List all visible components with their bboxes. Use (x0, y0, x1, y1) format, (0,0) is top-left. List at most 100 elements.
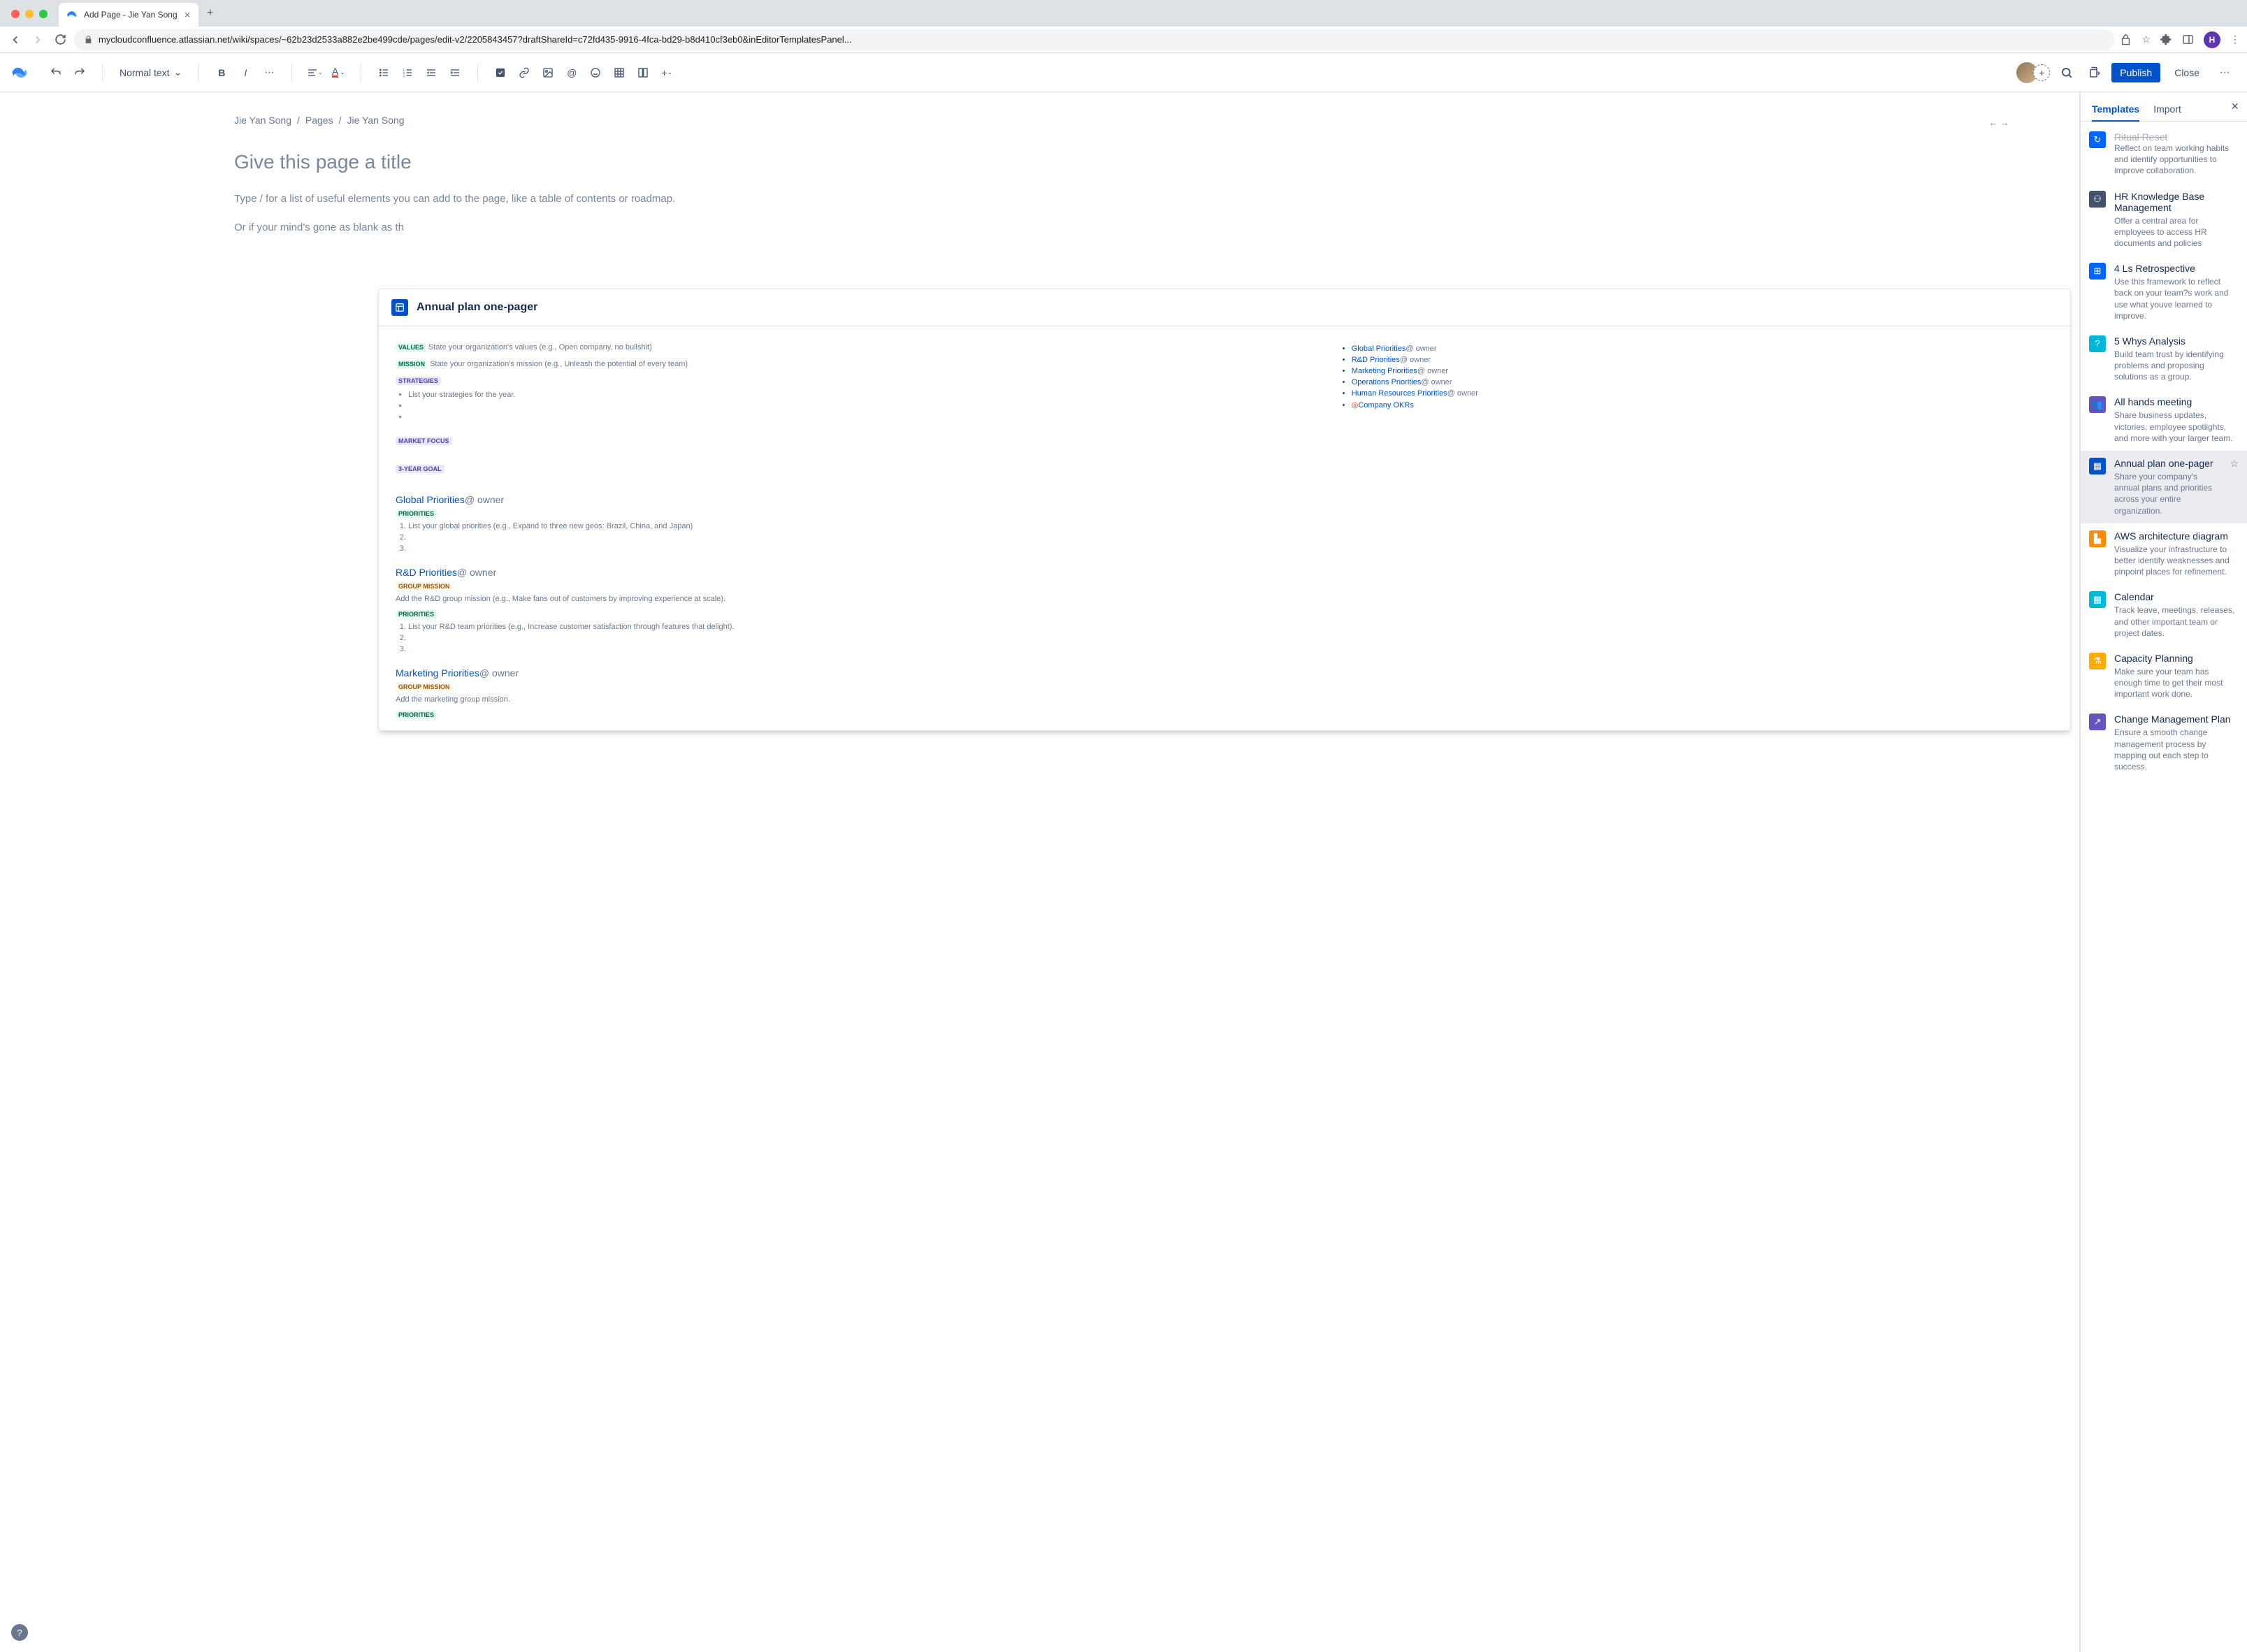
browser-actions: ☆ H ⋮ (2120, 31, 2240, 48)
global-priorities-heading: Global Priorities@ owner (396, 494, 2053, 505)
template-item[interactable]: ?5 Whys AnalysisBuild team trust by iden… (2081, 328, 2247, 390)
address-bar[interactable]: mycloudconfluence.atlassian.net/wiki/spa… (74, 29, 2114, 50)
template-item[interactable]: ⚗Capacity PlanningMake sure your team ha… (2081, 646, 2247, 707)
layouts-button[interactable] (632, 61, 654, 84)
image-button[interactable] (537, 61, 559, 84)
strategies-badge: STRATEGIES (396, 377, 441, 385)
breadcrumb-space[interactable]: Jie Yan Song (234, 115, 291, 126)
back-button[interactable] (7, 31, 24, 48)
template-item[interactable]: ⚇HR Knowledge Base ManagementOffer a cen… (2081, 184, 2247, 256)
template-icon: ⊞ (2089, 263, 2106, 280)
template-list[interactable]: ↻Ritual ResetReflect on team working hab… (2081, 122, 2247, 1652)
outdent-button[interactable] (420, 61, 442, 84)
tab-import[interactable]: Import (2153, 98, 2181, 121)
tab-templates[interactable]: Templates (2092, 98, 2139, 122)
find-button[interactable] (2055, 61, 2078, 84)
action-item-button[interactable] (489, 61, 512, 84)
values-badge: VALUES (396, 343, 426, 352)
window-maximize[interactable] (39, 10, 48, 18)
extensions-icon[interactable] (2160, 34, 2172, 45)
help-button[interactable]: ? (11, 1624, 28, 1641)
share-icon[interactable] (2120, 34, 2132, 45)
tab-close-icon[interactable]: × (185, 9, 190, 20)
chevron-down-icon: ⌄ (174, 66, 182, 78)
request-changes-button[interactable] (2083, 61, 2106, 84)
insert-button[interactable]: +⌄ (656, 61, 678, 84)
template-item[interactable]: ↻Ritual ResetReflect on team working hab… (2081, 124, 2247, 184)
rd-priorities-heading: R&D Priorities@ owner (396, 567, 2053, 578)
bullet-list-button[interactable] (373, 61, 395, 84)
browser-tab[interactable]: Add Page - Jie Yan Song × (59, 3, 198, 27)
editor-hint-2: Or if your mind's gone as blank as th (234, 222, 2037, 233)
expand-width-button[interactable]: ← → (1988, 117, 2009, 128)
template-item[interactable]: ▙AWS architecture diagramVisualize your … (2081, 523, 2247, 585)
template-icon: 👥 (2089, 396, 2106, 413)
confluence-favicon (67, 9, 78, 20)
panel-close-button[interactable]: × (2231, 99, 2239, 114)
svg-text:3: 3 (403, 74, 405, 78)
templates-panel: Templates Import × ↻Ritual ResetReflect … (2079, 92, 2247, 1652)
profile-badge[interactable]: H (2204, 31, 2220, 48)
align-button[interactable]: ⌄ (303, 61, 326, 84)
reload-button[interactable] (52, 31, 68, 48)
forward-button[interactable] (29, 31, 46, 48)
template-icon: ⚇ (2089, 191, 2106, 208)
three-year-badge: 3-YEAR GOAL (396, 465, 445, 473)
redo-button[interactable] (68, 61, 91, 84)
browser-toolbar: mycloudconfluence.atlassian.net/wiki/spa… (0, 27, 2247, 53)
breadcrumb-current[interactable]: Jie Yan Song (347, 115, 404, 126)
indent-button[interactable] (444, 61, 466, 84)
template-icon: ▦ (2089, 591, 2106, 608)
link-button[interactable] (513, 61, 535, 84)
market-focus-badge: MARKET FOCUS (396, 437, 452, 445)
confluence-logo[interactable] (11, 64, 28, 81)
publish-button[interactable]: Publish (2111, 63, 2160, 82)
breadcrumb: Jie Yan Song / Pages / Jie Yan Song (234, 115, 2037, 126)
template-icon: ▙ (2089, 530, 2106, 547)
target-icon: ◎ (1352, 401, 1359, 410)
add-collaborator-button[interactable]: + (2033, 64, 2050, 81)
more-actions-button[interactable]: ⋯ (2213, 61, 2236, 84)
side-panel-icon[interactable] (2182, 34, 2194, 45)
preview-title: Annual plan one-pager (417, 301, 537, 314)
mission-badge: MISSION (396, 360, 428, 368)
window-minimize[interactable] (25, 10, 34, 18)
italic-button[interactable]: I (234, 61, 257, 84)
editor-canvas[interactable]: Jie Yan Song / Pages / Jie Yan Song Give… (0, 92, 2079, 1652)
template-item[interactable]: ▦Annual plan one-pagerShare your company… (2081, 451, 2247, 523)
breadcrumb-pages[interactable]: Pages (305, 115, 333, 126)
star-icon[interactable]: ☆ (2230, 458, 2239, 516)
chrome-menu-icon[interactable]: ⋮ (2230, 34, 2240, 45)
text-style-select[interactable]: Normal text ⌄ (114, 61, 187, 84)
emoji-button[interactable] (584, 61, 607, 84)
browser-tab-strip: Add Page - Jie Yan Song × + (0, 0, 2247, 27)
template-preview-card: Annual plan one-pager VALUES State your … (378, 289, 2071, 731)
page-title-input[interactable]: Give this page a title (234, 151, 2037, 173)
template-item[interactable]: 👥All hands meetingShare business updates… (2081, 389, 2247, 451)
template-item[interactable]: ▦CalendarTrack leave, meetings, releases… (2081, 584, 2247, 646)
url-text: mycloudconfluence.atlassian.net/wiki/spa… (99, 34, 852, 45)
close-button[interactable]: Close (2166, 63, 2208, 82)
more-formatting-button[interactable]: ⋯ (258, 61, 280, 84)
editor-hint-1: Type / for a list of useful elements you… (234, 193, 2037, 205)
template-item[interactable]: ↗Change Management PlanEnsure a smooth c… (2081, 707, 2247, 779)
mention-button[interactable]: @ (561, 61, 583, 84)
template-icon: ? (2089, 335, 2106, 352)
bookmark-star-icon[interactable]: ☆ (2141, 34, 2151, 45)
text-color-button[interactable]: A⌄ (327, 61, 349, 84)
bold-button[interactable]: B (210, 61, 233, 84)
table-button[interactable] (608, 61, 630, 84)
template-item[interactable]: ⊞4 Ls RetrospectiveUse this framework to… (2081, 256, 2247, 328)
template-icon: ↻ (2089, 131, 2106, 148)
editor-toolbar: Normal text ⌄ B I ⋯ ⌄ A⌄ 123 @ +⌄ + Publ… (0, 53, 2247, 92)
marketing-priorities-heading: Marketing Priorities@ owner (396, 667, 2053, 679)
lock-icon (84, 35, 93, 44)
numbered-list-button[interactable]: 123 (396, 61, 419, 84)
template-icon: ⚗ (2089, 653, 2106, 669)
window-close[interactable] (11, 10, 20, 18)
template-icon: ↗ (2089, 713, 2106, 730)
template-icon: ▦ (2089, 458, 2106, 474)
new-tab-button[interactable]: + (198, 7, 222, 27)
tab-title: Add Page - Jie Yan Song (84, 10, 179, 20)
undo-button[interactable] (45, 61, 67, 84)
